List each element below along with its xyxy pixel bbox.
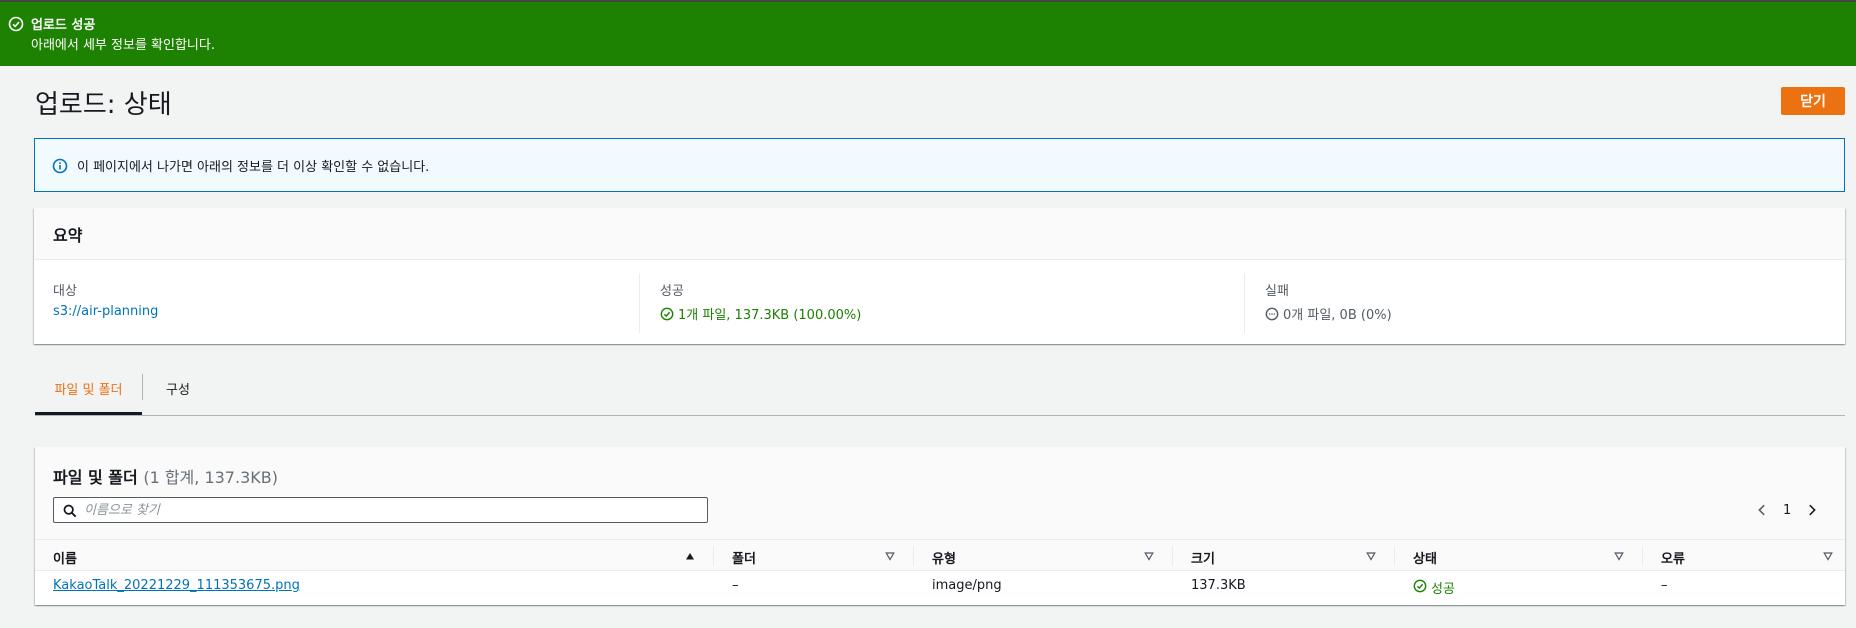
success-flashbar: 업로드 성공 아래에서 세부 정보를 확인합니다. [0, 0, 1856, 66]
caret-up-icon [686, 553, 694, 560]
summary-container: 요약 대상 s3://air-planning 성공 1개 파일, 137.3K… [34, 208, 1845, 344]
column-header-label: 유형 [932, 552, 956, 567]
failed-value: 0개 파일, 0B (0%) [1283, 308, 1392, 323]
search-input[interactable] [84, 500, 694, 520]
files-table-container: 파일 및 폴더 (1 합계, 137.3KB) 1 이름 폴더 유형 [35, 447, 1845, 605]
column-header-type[interactable]: 유형 [914, 540, 1173, 572]
success-column: 성공 1개 파일, 137.3KB (100.00%) [639, 273, 1244, 333]
caret-down-icon [1823, 552, 1833, 561]
caret-down-icon [1144, 552, 1154, 561]
minus-circle-icon [1265, 307, 1279, 320]
tab-files-and-folders[interactable]: 파일 및 폴더 [35, 366, 142, 415]
caret-down-icon [1366, 552, 1376, 561]
info-alert-text: 이 페이지에서 나가면 아래의 정보를 더 이상 확인할 수 없습니다. [77, 160, 430, 175]
column-header-label: 크기 [1191, 552, 1215, 567]
info-alert: 이 페이지에서 나가면 아래의 정보를 더 이상 확인할 수 없습니다. [34, 138, 1845, 192]
check-circle-icon [8, 16, 24, 32]
cell-status: 성공 [1413, 571, 1455, 601]
failed-column: 실패 0개 파일, 0B (0%) [1244, 273, 1845, 333]
files-count: (1 합계, 137.3KB) [143, 468, 278, 487]
caret-down-icon [1614, 552, 1624, 561]
page-title: 업로드: 상태 [35, 90, 172, 120]
file-name-link[interactable]: KakaoTalk_20221229_111353675.png [53, 578, 300, 593]
column-header-error[interactable]: 오류 [1643, 540, 1845, 572]
summary-title: 요약 [53, 226, 83, 245]
tab-bar: 파일 및 폴더 구성 [35, 366, 1845, 416]
column-header-label: 폴더 [732, 552, 756, 567]
tab-configuration[interactable]: 구성 [143, 366, 213, 416]
check-circle-icon [1413, 579, 1427, 593]
flash-message: 아래에서 세부 정보를 확인합니다. [31, 38, 215, 53]
destination-label: 대상 [53, 284, 77, 299]
files-table-title: 파일 및 폴더 (1 합계, 137.3KB) [53, 464, 278, 488]
close-button[interactable]: 닫기 [1781, 87, 1845, 115]
status-text: 성공 [1431, 582, 1455, 597]
column-header-name[interactable]: 이름 [35, 540, 714, 572]
column-header-label: 오류 [1661, 552, 1685, 567]
table-row: KakaoTalk_20221229_111353675.png – image… [35, 571, 1845, 601]
chevron-left-icon[interactable] [1755, 503, 1769, 517]
success-label: 성공 [660, 284, 684, 299]
column-header-folder[interactable]: 폴더 [714, 540, 914, 572]
success-value-row: 1개 파일, 137.3KB (100.00%) [660, 304, 861, 323]
column-header-status[interactable]: 상태 [1395, 540, 1643, 572]
flash-title: 업로드 성공 [31, 18, 96, 33]
column-header-size[interactable]: 크기 [1173, 540, 1395, 572]
files-title-text: 파일 및 폴더 [53, 468, 138, 487]
cell-name: KakaoTalk_20221229_111353675.png [53, 571, 300, 601]
destination-column: 대상 s3://air-planning [34, 260, 639, 344]
failed-label: 실패 [1265, 284, 1289, 299]
column-header-label: 상태 [1413, 552, 1437, 567]
destination-link[interactable]: s3://air-planning [53, 304, 158, 319]
column-header-label: 이름 [53, 552, 77, 567]
failed-value-row: 0개 파일, 0B (0%) [1265, 304, 1392, 323]
caret-down-icon [885, 552, 895, 561]
cell-type: image/png [932, 578, 1002, 593]
table-header-row: 이름 폴더 유형 크기 상태 오류 [35, 539, 1845, 571]
summary-header: 요약 [34, 208, 1845, 260]
cell-error: – [1661, 578, 1668, 593]
info-circle-icon [52, 158, 68, 174]
search-box[interactable] [53, 497, 708, 523]
chevron-right-icon[interactable] [1805, 503, 1819, 517]
page-number[interactable]: 1 [1783, 503, 1791, 518]
pagination: 1 [1755, 497, 1819, 523]
search-icon [63, 504, 77, 518]
cell-folder: – [732, 578, 739, 593]
cell-size: 137.3KB [1191, 578, 1246, 593]
success-value: 1개 파일, 137.3KB (100.00%) [678, 308, 862, 323]
files-table-header [35, 447, 1845, 539]
check-circle-icon [660, 307, 674, 320]
